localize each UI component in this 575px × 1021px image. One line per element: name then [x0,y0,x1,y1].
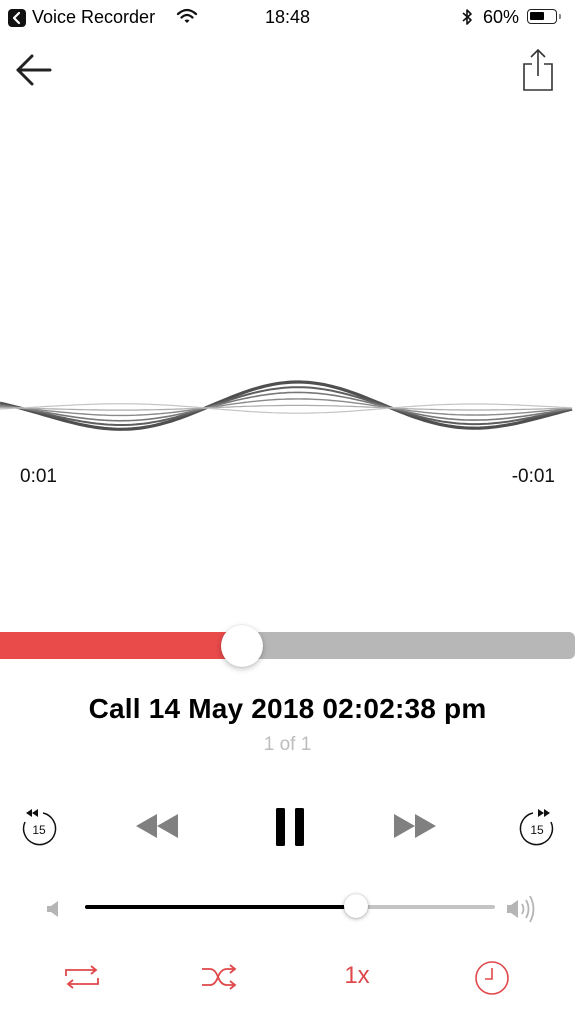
pause-button[interactable] [274,806,306,848]
share-button[interactable] [515,46,561,94]
waveform-line [0,404,573,411]
repeat-button[interactable] [63,963,101,991]
recording-title: Call 14 May 2018 02:02:38 pm [88,693,487,724]
repeat-icon [65,965,99,989]
shuffle-icon [202,964,237,990]
rewind-button[interactable] [135,813,179,839]
battery-percent: 60% [483,7,520,27]
timer-icon [475,961,509,995]
remaining-time: -0:01 [511,466,555,487]
back-button[interactable] [12,50,56,90]
battery-icon [527,9,557,24]
skip-back-seconds: 15 [32,823,46,837]
skip-back-15-icon: 15 [22,809,57,846]
track-position: 1 of 1 [263,734,312,755]
progress-fill [0,632,242,659]
skip-back-button[interactable]: 15 [19,806,59,848]
battery-tip [559,14,561,19]
skip-forward-seconds: 15 [530,823,544,837]
bluetooth-icon [461,8,473,31]
pause-icon [276,808,304,846]
skip-forward-button[interactable]: 15 [517,806,557,848]
rewind-icon [136,814,178,838]
volume-thumb[interactable] [344,894,368,918]
fast-forward-button[interactable] [393,813,437,839]
battery-level [530,12,544,20]
waveform-line [0,391,573,422]
shuffle-button[interactable] [200,963,238,991]
waveform [0,380,573,431]
skip-forward-15-icon: 15 [519,809,554,846]
progress-thumb[interactable] [221,625,263,667]
volume-low-icon [45,899,63,924]
fast-forward-icon [394,814,436,838]
share-icon [523,48,553,91]
volume-fill [85,905,356,909]
playback-speed-button[interactable]: 1x [335,962,379,992]
elapsed-time: 0:01 [20,466,57,487]
sleep-timer-button[interactable] [474,960,510,996]
arrow-left-icon [16,54,52,86]
status-bar: Voice Recorder 18:48 60% [0,0,575,34]
volume-high-icon [505,894,539,929]
